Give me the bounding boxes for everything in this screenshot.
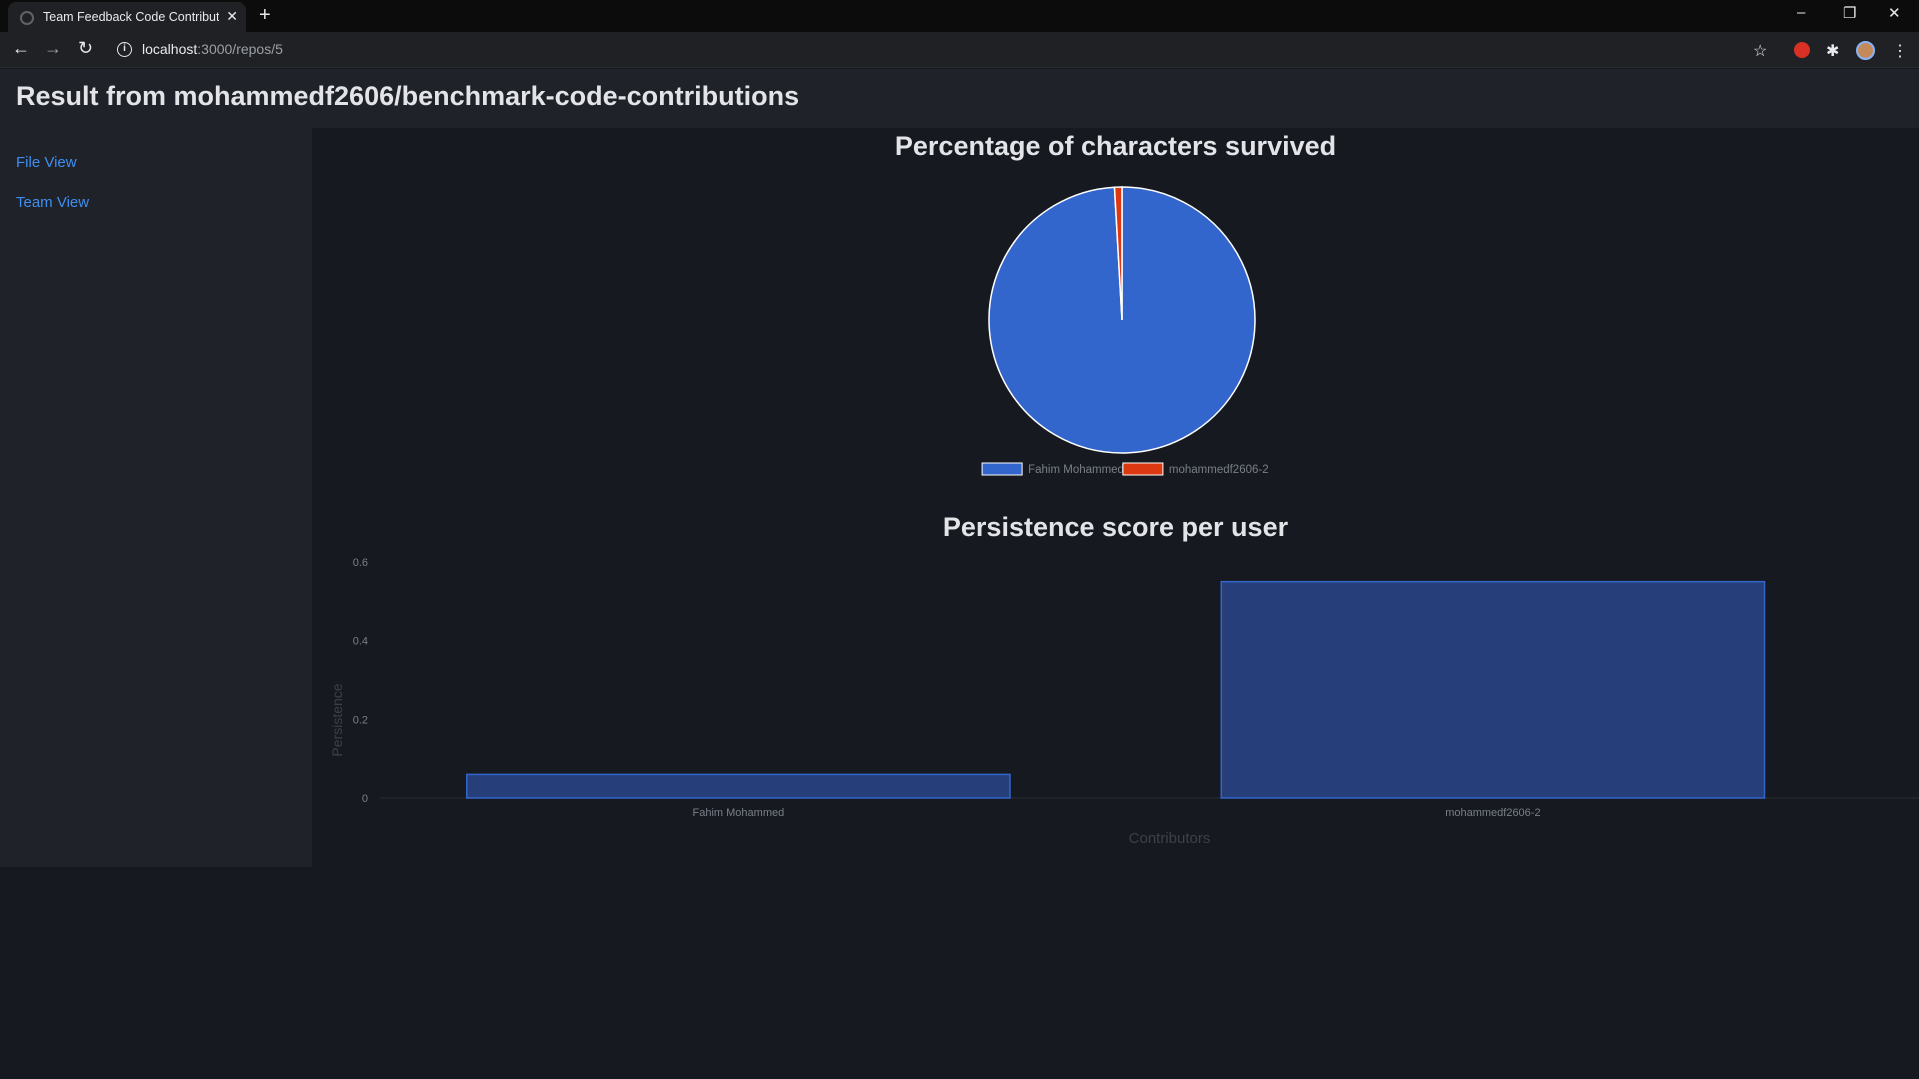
- browser-tab-strip: Team Feedback Code Contributions ✕ + – ❐…: [0, 0, 1919, 32]
- profile-avatar[interactable]: [1856, 41, 1875, 60]
- url-path: :3000/repos/5: [197, 41, 283, 57]
- y-tick-label: 0: [362, 793, 368, 805]
- y-tick-label: 0.6: [353, 558, 368, 569]
- page-title: Result from mohammedf2606/benchmark-code…: [16, 81, 800, 111]
- sidebar-item-team-view[interactable]: Team View: [16, 194, 89, 211]
- y-axis-label: Persistence: [329, 683, 345, 756]
- bar: [466, 773, 1011, 799]
- forward-arrow-icon[interactable]: →: [44, 38, 62, 59]
- sidebar-item-file-view[interactable]: File View: [16, 154, 77, 171]
- back-arrow-icon[interactable]: ←: [12, 38, 30, 59]
- y-tick-label: 0.4: [353, 636, 368, 648]
- main-content: Percentage of characters survived Fahim …: [312, 128, 1919, 1079]
- tab-title: Team Feedback Code Contributions: [43, 10, 219, 24]
- extension-icon[interactable]: [1794, 42, 1810, 58]
- legend-label: Fahim Mohammed: [1028, 464, 1124, 476]
- restore-icon[interactable]: ❐: [1843, 4, 1856, 22]
- pie-chart: Fahim Mohammed mohammedf2606-2: [981, 186, 1269, 476]
- y-tick-label: 0.2: [353, 714, 368, 726]
- x-axis-label: Contributors: [1129, 830, 1211, 847]
- new-tab-icon[interactable]: +: [259, 4, 271, 27]
- sidebar: File View Team View: [0, 128, 312, 867]
- legend-swatch: [1122, 462, 1164, 476]
- bar-chart: 0 0.2 0.4 0.6 Fahim Mohammed mohammedf2606-2 C…: [329, 558, 1919, 847]
- x-tick-label: Fahim Mohammed: [693, 807, 785, 819]
- site-info-icon[interactable]: i: [117, 42, 132, 57]
- page-favicon-icon: [20, 11, 34, 25]
- address-bar[interactable]: localhost:3000/repos/5: [142, 41, 283, 57]
- menu-kebab-icon[interactable]: ⋮: [1892, 41, 1908, 61]
- x-tick-label: mohammedf2606-2: [1445, 807, 1540, 819]
- bar-chart-title: Persistence score per user: [942, 512, 1289, 542]
- browser-toolbar: ← → ↻ i localhost:3000/repos/5 ☆ ✱ ⋮: [0, 32, 1919, 68]
- legend-swatch: [981, 462, 1023, 476]
- url-host: localhost: [142, 41, 198, 57]
- reload-icon[interactable]: ↻: [78, 38, 93, 59]
- browser-tab[interactable]: Team Feedback Code Contributions ✕: [8, 2, 246, 32]
- minimize-icon[interactable]: –: [1797, 4, 1805, 21]
- extensions-puzzle-icon[interactable]: ✱: [1826, 41, 1839, 61]
- window-close-icon[interactable]: ✕: [1888, 4, 1901, 22]
- app-header: Result from mohammedf2606/benchmark-code…: [0, 69, 1919, 128]
- bar: [1220, 580, 1766, 799]
- tab-close-icon[interactable]: ✕: [226, 8, 238, 25]
- bookmark-star-icon[interactable]: ☆: [1753, 41, 1767, 61]
- legend-label: mohammedf2606-2: [1169, 464, 1269, 476]
